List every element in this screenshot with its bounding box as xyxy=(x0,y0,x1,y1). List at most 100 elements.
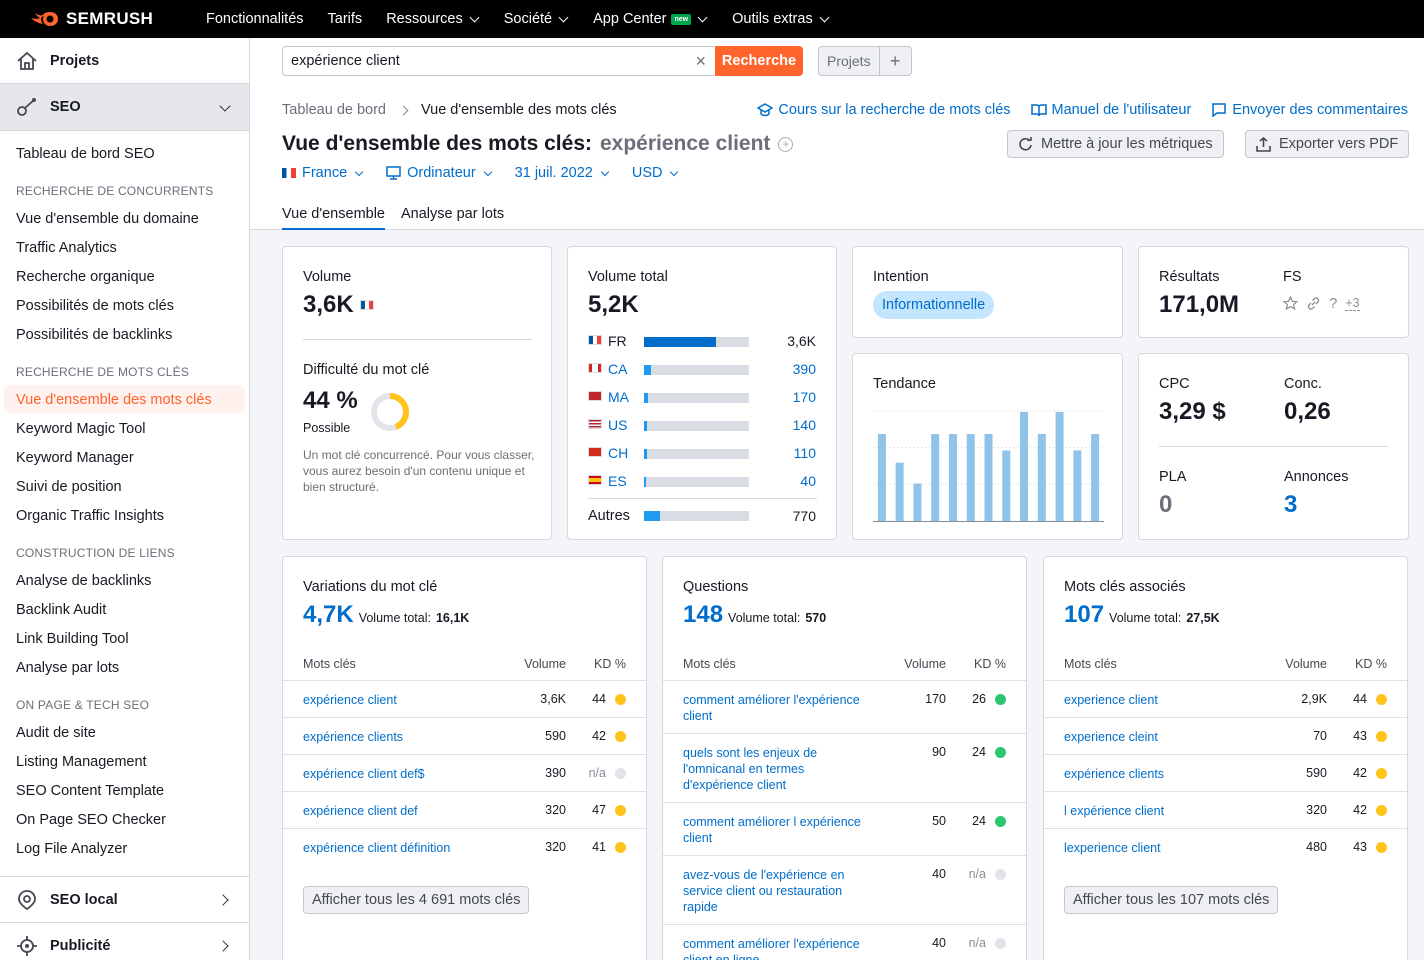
column-header-kd[interactable]: KD % xyxy=(594,657,626,671)
sidebar-item-traffic-analytics[interactable]: Traffic Analytics xyxy=(16,240,117,256)
sidebar-item-log-file-analyzer[interactable]: Log File Analyzer xyxy=(16,841,127,857)
semrush-logo[interactable]: SEMRUSH xyxy=(30,9,206,29)
tab-bulk-analysis[interactable]: Analyse par lots xyxy=(401,206,504,230)
sidebar-item-keyword-gap[interactable]: Possibilités de mots clés xyxy=(16,298,174,314)
search-button[interactable]: Recherche xyxy=(715,46,803,76)
keyword-link[interactable]: experience cleint xyxy=(1064,729,1254,745)
keyword-link[interactable]: expérience clients xyxy=(303,729,493,745)
search-input[interactable]: expérience client × xyxy=(282,46,714,76)
sidebar-item-bulk-analysis[interactable]: Analyse par lots xyxy=(16,660,119,676)
country-volume[interactable]: 110 xyxy=(794,445,816,461)
country-volume[interactable]: 390 xyxy=(793,361,816,377)
export-pdf-button[interactable]: Exporter vers PDF xyxy=(1245,130,1410,158)
nav-label: Ressources xyxy=(386,11,463,27)
sidebar-item-backlink-gap[interactable]: Possibilités de backlinks xyxy=(16,327,172,343)
keyword-kd: 42 xyxy=(592,729,606,743)
country-code[interactable]: US xyxy=(608,417,627,433)
sidebar-item-backlink-audit[interactable]: Backlink Audit xyxy=(16,602,106,618)
chevron-down-icon xyxy=(600,167,610,176)
column-header-kd[interactable]: KD % xyxy=(974,657,1006,671)
nav-resources[interactable]: Ressources xyxy=(386,11,480,27)
volume-value-wrap: 3,6K xyxy=(303,291,374,319)
panel-count[interactable]: 4,7K xyxy=(303,601,354,629)
trend-card: Tendance xyxy=(852,353,1123,540)
keyword-link[interactable]: comment améliorer l'expérience client en… xyxy=(683,936,873,960)
nav-features[interactable]: Fonctionnalités xyxy=(206,11,304,27)
sidebar-item-seo[interactable]: SEO xyxy=(0,84,249,131)
country-filter[interactable]: France xyxy=(282,165,364,181)
column-header-keyword[interactable]: Mots clés xyxy=(1064,657,1117,671)
feedback-link[interactable]: Envoyer des commentaires xyxy=(1211,102,1408,118)
panel-count[interactable]: 107 xyxy=(1064,601,1104,629)
tab-overview[interactable]: Vue d'ensemble xyxy=(282,206,385,230)
keyword-link[interactable]: expérience client def$ xyxy=(303,766,493,782)
show-all-keywords-button[interactable]: Afficher tous les 107 mots clés xyxy=(1064,886,1279,914)
sidebar-item-seo-content-template[interactable]: SEO Content Template xyxy=(16,783,164,799)
date-filter[interactable]: 31 juil. 2022 xyxy=(515,165,610,181)
sidebar-item-keyword-magic-tool[interactable]: Keyword Magic Tool xyxy=(16,421,146,437)
keyword-link[interactable]: comment améliorer l expérience client xyxy=(683,814,873,846)
keyword-link[interactable]: expérience client xyxy=(303,692,493,708)
nav-company[interactable]: Société xyxy=(504,11,569,27)
country-volume[interactable]: 170 xyxy=(793,389,816,405)
keyword-link[interactable]: experience client xyxy=(1064,692,1254,708)
show-all-keywords-button[interactable]: Afficher tous les 4 691 mots clés xyxy=(303,886,530,914)
clear-search-icon[interactable]: × xyxy=(695,51,706,72)
sidebar-item-organic-traffic-insights[interactable]: Organic Traffic Insights xyxy=(16,508,164,524)
sidebar-item-on-page-seo-checker[interactable]: On Page SEO Checker xyxy=(16,812,166,828)
sidebar-item-seo-dashboard[interactable]: Tableau de bord SEO xyxy=(16,146,155,162)
intent-card: Intention Informationnelle xyxy=(852,246,1123,338)
sidebar-item-keyword-manager[interactable]: Keyword Manager xyxy=(16,450,134,466)
currency-filter[interactable]: USD xyxy=(632,165,679,181)
sidebar-item-keyword-overview[interactable]: Vue d'ensemble des mots clés xyxy=(16,392,212,408)
country-code[interactable]: CA xyxy=(608,361,627,377)
sidebar-item-organic-research[interactable]: Recherche organique xyxy=(16,269,155,285)
ads-value[interactable]: 3 xyxy=(1284,491,1297,519)
keyword-link[interactable]: expérience client def xyxy=(303,803,493,819)
sidebar-label: SEO local xyxy=(50,891,118,908)
add-project-button[interactable]: + xyxy=(878,47,911,75)
device-filter[interactable]: Ordinateur xyxy=(386,165,492,181)
column-header-keyword[interactable]: Mots clés xyxy=(303,657,356,671)
keyword-link[interactable]: avez-vous de l'expérience en service cli… xyxy=(683,867,873,915)
add-keyword-icon[interactable]: + xyxy=(778,136,794,152)
table-row: l expérience client 320 42 xyxy=(1044,791,1407,828)
country-volume[interactable]: 40 xyxy=(800,473,816,489)
nav-app-center[interactable]: App Center new xyxy=(593,11,708,27)
sidebar-item-site-audit[interactable]: Audit de site xyxy=(16,725,96,741)
manual-link[interactable]: Manuel de l'utilisateur xyxy=(1030,102,1191,118)
nav-pricing[interactable]: Tarifs xyxy=(328,11,363,27)
sidebar-item-advertising[interactable]: Publicité xyxy=(0,922,249,960)
projects-button[interactable]: Projets xyxy=(819,47,879,75)
country-code[interactable]: MA xyxy=(608,389,629,405)
panel-count[interactable]: 148 xyxy=(683,601,723,629)
country-volume[interactable]: 140 xyxy=(793,417,816,433)
update-metrics-button[interactable]: Mettre à jour les métriques xyxy=(1007,130,1224,158)
keyword-link[interactable]: l expérience client xyxy=(1064,803,1254,819)
sidebar-item-backlink-analytics[interactable]: Analyse de backlinks xyxy=(16,573,151,589)
keyword-link[interactable]: quels sont les enjeux de l'omnicanal en … xyxy=(683,745,873,793)
column-header-volume[interactable]: Volume xyxy=(904,657,946,671)
keyword-link[interactable]: expérience client définition xyxy=(303,840,493,856)
country-code[interactable]: ES xyxy=(608,473,627,489)
column-header-kd[interactable]: KD % xyxy=(1355,657,1387,671)
keyword-volume: 590 xyxy=(545,729,566,743)
column-header-volume[interactable]: Volume xyxy=(524,657,566,671)
column-header-volume[interactable]: Volume xyxy=(1285,657,1327,671)
sidebar-item-link-building-tool[interactable]: Link Building Tool xyxy=(16,631,129,647)
keyword-link[interactable]: comment améliorer l'expérience client xyxy=(683,692,873,724)
fs-more[interactable]: +3 xyxy=(1345,296,1360,311)
sidebar-item-local-seo[interactable]: SEO local xyxy=(0,876,249,922)
keyword-link[interactable]: expérience clients xyxy=(1064,766,1254,782)
course-link[interactable]: Cours sur la recherche de mots clés xyxy=(757,102,1011,118)
column-header-keyword[interactable]: Mots clés xyxy=(683,657,736,671)
breadcrumb-root[interactable]: Tableau de bord xyxy=(282,102,386,118)
keyword-kd: n/a xyxy=(968,867,986,881)
sidebar-item-domain-overview[interactable]: Vue d'ensemble du domaine xyxy=(16,211,199,227)
sidebar-item-position-tracking[interactable]: Suivi de position xyxy=(16,479,122,495)
nav-extra-tools[interactable]: Outils extras xyxy=(732,11,830,27)
keyword-link[interactable]: lexperience client xyxy=(1064,840,1254,856)
sidebar-item-listing-management[interactable]: Listing Management xyxy=(16,754,147,770)
country-code[interactable]: CH xyxy=(608,445,628,461)
sidebar-item-projects[interactable]: Projets xyxy=(0,38,249,84)
